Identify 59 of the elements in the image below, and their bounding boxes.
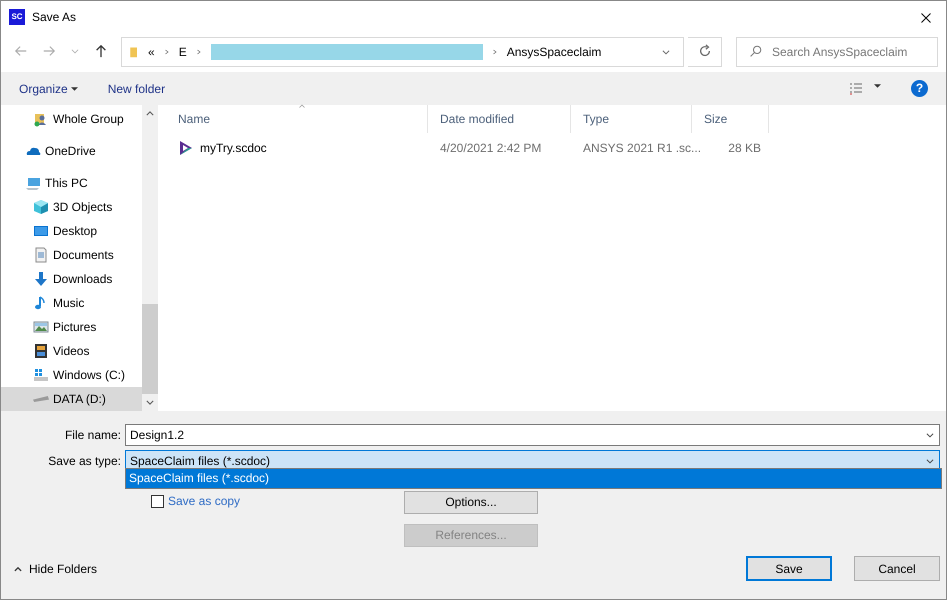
field-label: Save as type: xyxy=(47,452,122,470)
drive-icon xyxy=(33,396,49,402)
arrow-right-icon xyxy=(42,44,56,58)
breadcrumb[interactable]: « xyxy=(148,42,155,60)
type-cell-text: ANSYS 2021 R1 .sc... xyxy=(582,140,702,157)
arrow-up-icon xyxy=(94,43,108,60)
chevron-up-icon xyxy=(146,110,154,116)
save-button[interactable]: Save xyxy=(746,556,832,582)
new-folder-button[interactable]: New folder xyxy=(108,80,166,98)
sidebar-item[interactable]: Downloads xyxy=(1,266,142,291)
document-icon xyxy=(33,246,49,263)
refresh-icon xyxy=(698,44,712,58)
dropdown-option[interactable]: SpaceClaim files (*.scdoc) xyxy=(126,468,941,488)
address-bar[interactable]: « E AnsysSpaceclaim xyxy=(121,36,684,66)
sidebar-item[interactable]: Videos xyxy=(1,338,142,363)
search-icon xyxy=(749,45,762,58)
sidebar-item[interactable]: OneDrive xyxy=(1,138,142,163)
chevron-right-icon xyxy=(194,46,203,56)
chevron-right-icon xyxy=(490,46,499,56)
window-title: Save As xyxy=(32,8,76,26)
options-button[interactable]: Options... xyxy=(404,490,538,514)
breadcrumb[interactable]: E xyxy=(178,42,187,60)
chevron-down-icon xyxy=(146,400,154,405)
play-triangle-icon xyxy=(178,140,194,156)
sidebar-item[interactable]: Documents xyxy=(1,242,142,267)
sidebar-item[interactable]: Music xyxy=(1,290,142,315)
cancel-button[interactable]: Cancel xyxy=(854,556,940,582)
chevron-right-icon xyxy=(162,46,171,56)
refresh-button[interactable] xyxy=(688,36,722,66)
file-name: myTry.scdoc xyxy=(200,140,267,157)
download-arrow-icon xyxy=(33,270,49,287)
drive-icon xyxy=(33,366,49,383)
sidebar-item[interactable]: Desktop xyxy=(1,218,142,243)
size-cell-text: 28 KB xyxy=(727,140,762,157)
app-logo-icon: SC xyxy=(9,8,25,25)
sidebar-item[interactable]: This PC xyxy=(1,170,142,195)
field-label: File name: xyxy=(64,426,122,444)
search-box[interactable]: Search AnsysSpaceclaim xyxy=(736,36,938,66)
sidebar-item[interactable]: Windows (C:) xyxy=(1,362,142,387)
sidebar-item[interactable]: Pictures xyxy=(1,314,142,339)
caret-down-icon xyxy=(70,86,78,91)
file-name-cell[interactable]: myTry.scdoc xyxy=(166,138,428,157)
sidebar-item[interactable]: 3D Objects xyxy=(1,194,142,219)
date-cell-text: 4/20/2021 2:42 PM xyxy=(439,140,542,157)
hide-folders-button[interactable]: Hide Folders xyxy=(13,560,98,578)
close-icon xyxy=(920,12,932,24)
sidebar-item[interactable]: DATA (D:) xyxy=(1,386,142,411)
arrow-left-icon xyxy=(14,44,28,58)
picture-icon xyxy=(33,318,49,335)
film-icon xyxy=(33,342,49,359)
checkbox-label: Save as copy xyxy=(168,494,240,507)
cube-icon xyxy=(33,198,49,215)
caret-down-icon xyxy=(874,84,881,88)
sidebar-item[interactable]: Whole Group xyxy=(1,106,142,131)
list-view-icon xyxy=(848,81,864,98)
organize-menu[interactable]: Organize xyxy=(19,80,78,98)
help-button[interactable]: ? xyxy=(911,80,928,98)
checkbox[interactable] xyxy=(151,494,164,508)
breadcrumb[interactable]: AnsysSpaceclaim xyxy=(506,42,602,60)
